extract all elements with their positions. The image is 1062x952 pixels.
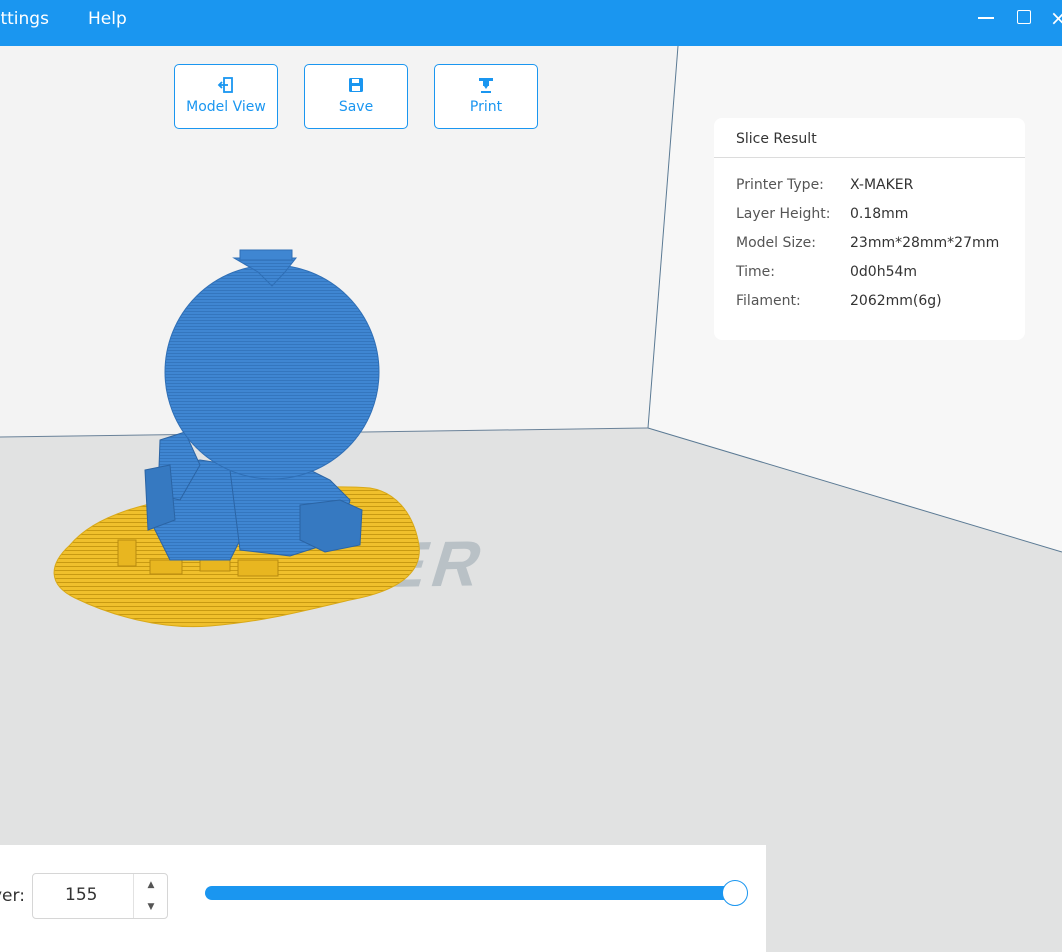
spin-buttons: ▲ ▼ bbox=[133, 874, 167, 918]
model-rock bbox=[299, 499, 363, 553]
close-icon[interactable]: × bbox=[1050, 6, 1062, 30]
chevron-up-icon[interactable]: ▲ bbox=[134, 874, 168, 896]
save-label: Save bbox=[338, 99, 374, 115]
layer-slider-handle[interactable] bbox=[722, 880, 748, 906]
model-view-label: Model View bbox=[186, 99, 266, 115]
layer-slider[interactable] bbox=[205, 880, 748, 906]
slice-value: 23mm*28mm*27mm bbox=[850, 235, 1000, 251]
menu-help[interactable]: Help bbox=[88, 9, 127, 29]
layer-stepper[interactable]: 155 ▲ ▼ bbox=[32, 873, 168, 919]
save-button[interactable]: Save bbox=[304, 64, 408, 129]
slice-result-panel: Slice Result Printer Type: X-MAKER Layer… bbox=[714, 118, 1025, 340]
layer-slider-fill bbox=[205, 886, 741, 900]
support-block bbox=[149, 559, 183, 575]
title-bar: ettings Help × bbox=[0, 0, 1062, 46]
support-block bbox=[117, 539, 137, 567]
menu-settings[interactable]: ettings bbox=[0, 9, 49, 29]
slice-value: X-MAKER bbox=[850, 177, 914, 193]
slice-key: Filament: bbox=[736, 293, 801, 309]
divider bbox=[714, 157, 1025, 158]
model-sphere bbox=[164, 264, 380, 480]
slice-value: 0d0h54m bbox=[850, 264, 918, 280]
slice-value: 2062mm(6g) bbox=[850, 293, 942, 309]
print-button[interactable]: Print bbox=[434, 64, 538, 129]
slice-key: Layer Height: bbox=[736, 206, 831, 222]
layer-panel: yer: 155 ▲ ▼ bbox=[0, 845, 766, 952]
layer-value[interactable]: 155 bbox=[65, 885, 97, 905]
model-cap bbox=[239, 249, 293, 261]
slice-value: 0.18mm bbox=[850, 206, 909, 222]
support-block bbox=[237, 559, 279, 577]
floppy-disk-icon bbox=[305, 75, 407, 97]
exit-view-icon bbox=[175, 75, 277, 97]
model-view-button[interactable]: Model View bbox=[174, 64, 278, 129]
chevron-down-icon[interactable]: ▼ bbox=[134, 896, 168, 918]
maximize-icon[interactable] bbox=[1017, 10, 1031, 24]
slice-key: Printer Type: bbox=[736, 177, 824, 193]
model-rock bbox=[144, 464, 176, 531]
slice-result-title: Slice Result bbox=[736, 131, 817, 147]
layer-label: yer: bbox=[0, 886, 25, 906]
minimize-icon[interactable] bbox=[978, 17, 994, 19]
slice-key: Time: bbox=[736, 264, 775, 280]
printer-nozzle-icon bbox=[435, 75, 537, 97]
print-label: Print bbox=[469, 99, 503, 115]
slice-key: Model Size: bbox=[736, 235, 816, 251]
